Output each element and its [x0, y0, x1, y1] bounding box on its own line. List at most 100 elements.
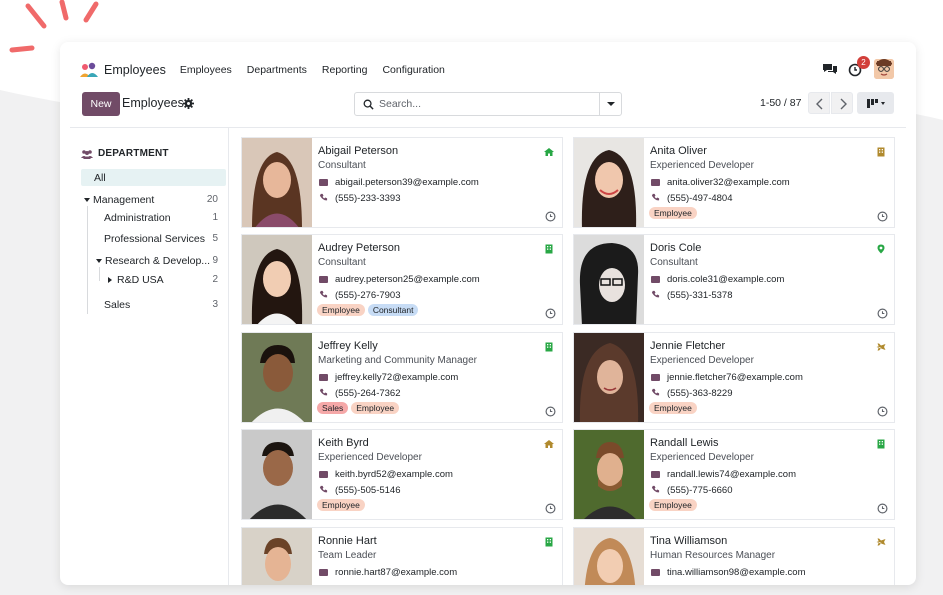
tag-list: Employee [649, 402, 697, 414]
department-sidebar: DEPARTMENT All Management 20 Administrat… [70, 128, 229, 585]
caret-down-icon[interactable] [96, 259, 102, 263]
employee-phone[interactable]: (555)-363-8229 [667, 388, 733, 399]
caret-right-icon[interactable] [108, 277, 112, 283]
employee-email[interactable]: anita.oliver32@example.com [667, 177, 790, 188]
clock-icon[interactable] [545, 308, 556, 319]
employee-card[interactable]: Doris Cole Consultant doris.cole31@examp… [573, 234, 895, 325]
envelope-icon [651, 179, 660, 186]
user-avatar[interactable] [874, 59, 894, 79]
employee-name: Keith Byrd [318, 437, 369, 449]
new-button[interactable]: New [82, 92, 120, 116]
employee-card[interactable]: Audrey Peterson Consultant audrey.peters… [241, 234, 563, 325]
chevron-left-icon [816, 98, 823, 110]
employee-email[interactable]: abigail.peterson39@example.com [335, 177, 479, 188]
sidebar-count-rd-usa: 2 [212, 274, 218, 285]
clock-icon[interactable] [545, 211, 556, 222]
sidebar-item-administration[interactable]: Administration [104, 212, 171, 224]
employee-card[interactable]: Ronnie Hart Team Leader ronnie.hart87@ex… [241, 527, 563, 585]
sidebar-item-management[interactable]: Management [84, 194, 154, 206]
employee-email[interactable]: doris.cole31@example.com [667, 274, 784, 285]
search-options-toggle[interactable] [599, 93, 621, 115]
employee-job: Experienced Developer [650, 452, 754, 463]
employee-email[interactable]: keith.byrd52@example.com [335, 469, 453, 480]
control-panel: New Employees 1-50 / 87 [60, 92, 916, 128]
chevron-right-icon [840, 98, 847, 110]
notification-badge: 2 [857, 56, 870, 69]
sidebar-item-label: Research & Develop... [105, 255, 211, 267]
menu-employees[interactable]: Employees [180, 64, 232, 76]
envelope-icon [319, 471, 328, 478]
employee-email[interactable]: jeffrey.kelly72@example.com [335, 372, 458, 383]
tree-line [99, 267, 100, 281]
employee-email[interactable]: tina.williamson98@example.com [667, 567, 805, 578]
employee-email[interactable]: audrey.peterson25@example.com [335, 274, 480, 285]
menu-departments[interactable]: Departments [247, 64, 307, 76]
phone-icon [319, 485, 328, 493]
gear-icon[interactable] [183, 98, 194, 109]
clock-icon[interactable] [877, 503, 888, 514]
chat-icon[interactable] [822, 62, 838, 76]
employees-app-icon[interactable] [79, 62, 99, 78]
employee-email[interactable]: jennie.fletcher76@example.com [667, 372, 803, 383]
sidebar-item-sales[interactable]: Sales [104, 299, 130, 311]
employee-job: Consultant [318, 257, 366, 268]
pager-next-button[interactable] [831, 92, 853, 114]
activity-clock-icon[interactable]: 2 [848, 56, 870, 77]
caret-down-icon [607, 102, 615, 106]
clock-icon[interactable] [877, 308, 888, 319]
envelope-icon [651, 471, 660, 478]
menu-configuration[interactable]: Configuration [382, 64, 444, 76]
employee-card[interactable]: Anita Oliver Experienced Developer anita… [573, 137, 895, 228]
employee-card[interactable]: Randall Lewis Experienced Developer rand… [573, 429, 895, 520]
department-heading: DEPARTMENT [81, 148, 169, 159]
home-icon [544, 440, 554, 448]
tag-sales: Sales [317, 402, 349, 414]
phone-icon [651, 290, 660, 298]
phone-icon [651, 388, 660, 396]
sidebar-item-research-development[interactable]: Research & Develop... [96, 255, 210, 267]
employee-card[interactable]: Jennie Fletcher Experienced Developer je… [573, 332, 895, 423]
employee-email[interactable]: randall.lewis74@example.com [667, 469, 796, 480]
employee-card[interactable]: Tina Williamson Human Resources Manager … [573, 527, 895, 585]
clock-icon[interactable] [545, 503, 556, 514]
clock-icon[interactable] [877, 406, 888, 417]
clock-icon[interactable] [877, 211, 888, 222]
phone-icon [651, 193, 660, 201]
employee-phone[interactable]: (555)-276-7903 [335, 290, 401, 301]
tag-list: Employee [317, 499, 365, 511]
employee-name: Tina Williamson [650, 535, 728, 547]
view-switcher-button[interactable] [857, 92, 894, 114]
sidebar-item-all-label[interactable]: All [94, 172, 106, 184]
employee-phone[interactable]: (555)-331-5378 [667, 290, 733, 301]
employee-name: Doris Cole [650, 242, 702, 254]
tree-line [87, 206, 88, 314]
employee-phone[interactable]: (555)-775-6660 [667, 485, 733, 496]
breadcrumb-title: Employees [122, 96, 184, 110]
tag-list: Employee [649, 207, 697, 219]
employee-photo [574, 430, 644, 519]
phone-icon [319, 193, 328, 201]
employee-photo [574, 138, 644, 227]
employee-job: Experienced Developer [650, 355, 754, 366]
employee-card[interactable]: Abigail Peterson Consultant abigail.pete… [241, 137, 563, 228]
caret-down-icon[interactable] [84, 198, 90, 202]
search-input[interactable] [379, 96, 594, 112]
employee-phone[interactable]: (555)-264-7362 [335, 388, 401, 399]
sidebar-item-professional-services[interactable]: Professional Services [104, 233, 205, 245]
app-name[interactable]: Employees [104, 63, 166, 77]
employee-phone[interactable]: (555)-505-5146 [335, 485, 401, 496]
employee-card[interactable]: Jeffrey Kelly Marketing and Community Ma… [241, 332, 563, 423]
envelope-icon [319, 569, 328, 576]
employee-phone[interactable]: (555)-497-4804 [667, 193, 733, 204]
employee-email[interactable]: ronnie.hart87@example.com [335, 567, 457, 578]
clock-icon[interactable] [545, 406, 556, 417]
menu-reporting[interactable]: Reporting [322, 64, 368, 76]
sidebar-item-rd-usa[interactable]: R&D USA [108, 274, 164, 286]
building-icon [877, 147, 885, 157]
employee-phone[interactable]: (555)-233-3393 [335, 193, 401, 204]
employee-job: Consultant [650, 257, 698, 268]
pager-previous-button[interactable] [808, 92, 830, 114]
sidebar-count-sales: 3 [212, 299, 218, 310]
employee-card[interactable]: Keith Byrd Experienced Developer keith.b… [241, 429, 563, 520]
pager-value[interactable]: 1-50 / 87 [760, 97, 801, 109]
